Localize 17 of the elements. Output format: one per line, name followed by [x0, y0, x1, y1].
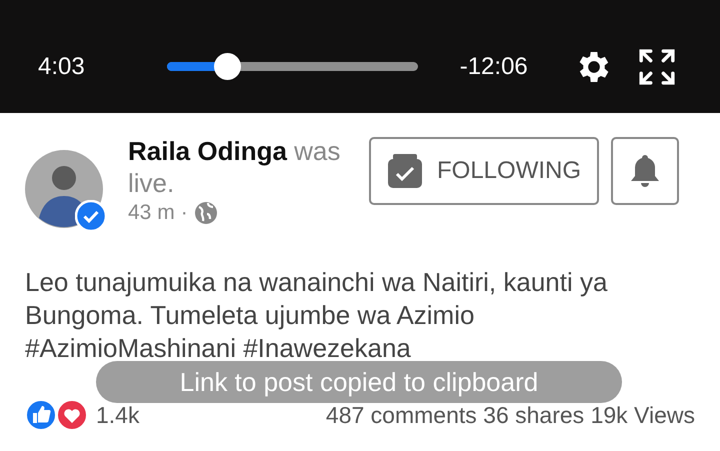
notifications-button[interactable] [611, 137, 680, 205]
share-count[interactable]: 36 shares [483, 402, 584, 428]
reaction-count[interactable]: 1.4k [96, 402, 140, 428]
elapsed-time: 4:03 [38, 52, 85, 80]
post-time: 43 m [128, 201, 175, 225]
seek-slider[interactable] [166, 53, 418, 80]
like-reaction-icon [25, 399, 57, 431]
heart-reaction-icon [56, 399, 88, 431]
separator: · [180, 201, 188, 225]
fullscreen-icon[interactable] [638, 48, 676, 86]
link-copied-toast: Link to post copied to clipboard [96, 361, 622, 403]
slider-thumb[interactable] [214, 53, 241, 80]
remaining-time: -12:06 [460, 52, 528, 80]
view-count: 19k Views [590, 402, 695, 428]
checked-stack-icon [387, 153, 423, 189]
following-button[interactable]: FOLLOWING [369, 137, 600, 205]
comment-count[interactable]: 487 comments [326, 402, 477, 428]
